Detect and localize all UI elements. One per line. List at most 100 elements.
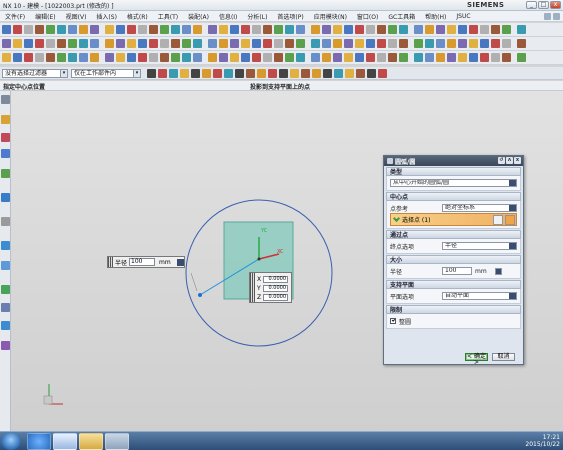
system-materials-icon[interactable] — [1, 261, 10, 270]
menu-information[interactable]: 信息(I) — [214, 12, 242, 21]
constraint-navigator-icon[interactable] — [1, 133, 10, 142]
toolbar-tool-icon[interactable] — [469, 25, 478, 34]
menu-gc-toolkit[interactable]: GC工具箱 — [383, 12, 420, 21]
toolbar-tool-icon[interactable] — [193, 39, 202, 48]
toolbar-tool-icon[interactable] — [333, 39, 342, 48]
toolbar-tool-icon[interactable] — [491, 39, 500, 48]
toolbar-tool-icon[interactable] — [344, 25, 353, 34]
toolbar-tool-icon[interactable] — [517, 39, 526, 48]
inferred-point-icon[interactable] — [505, 215, 515, 225]
toolbar-tool-icon[interactable] — [35, 53, 44, 62]
toolbar-tool-icon[interactable] — [230, 53, 239, 62]
toolbar-tool-icon[interactable] — [105, 25, 114, 34]
toolbar-tool-icon[interactable] — [219, 39, 228, 48]
toolbar-tool-icon[interactable] — [414, 25, 423, 34]
toolbar-tool-icon[interactable] — [377, 53, 386, 62]
snap-point-icon[interactable] — [290, 68, 299, 78]
select-point-row[interactable]: 选择点 (1) — [390, 213, 517, 226]
toolbar-tool-icon[interactable] — [219, 25, 228, 34]
folder-icon[interactable] — [79, 433, 103, 450]
toolbar-tool-icon[interactable] — [24, 53, 33, 62]
toolbar-tool-icon[interactable] — [57, 39, 66, 48]
type-select[interactable]: 从中心开始的圆弧/圆 — [390, 179, 517, 187]
toolbar-tool-icon[interactable] — [502, 39, 511, 48]
toolbar-tool-icon[interactable] — [425, 53, 434, 62]
toolbar-tool-icon[interactable] — [517, 53, 526, 62]
toolbar-tool-icon[interactable] — [68, 53, 77, 62]
limits-section-header[interactable]: 限制 — [386, 305, 521, 314]
toolbar-tool-icon[interactable] — [469, 39, 478, 48]
toolbar-tool-icon[interactable] — [285, 39, 294, 48]
drag-handle[interactable] — [108, 257, 113, 267]
snap-point-icon[interactable] — [246, 68, 255, 78]
hd3d-icon[interactable] — [1, 193, 10, 202]
toolbar-tool-icon[interactable] — [355, 53, 364, 62]
toolbar-tool-icon[interactable] — [480, 53, 489, 62]
toolbar-tool-icon[interactable] — [252, 39, 261, 48]
toolbar-tool-icon[interactable] — [491, 25, 500, 34]
center-section-header[interactable]: 中心点 — [386, 192, 521, 201]
toolbar-tool-icon[interactable] — [425, 39, 434, 48]
toolbar-tool-icon[interactable] — [2, 39, 11, 48]
gear-icon[interactable] — [1, 95, 10, 104]
dialog-title-bar[interactable]: 圆弧/圆 ↺ ʌ x — [384, 156, 523, 166]
history-icon[interactable] — [1, 241, 10, 250]
toolbar-tool-icon[interactable] — [252, 25, 261, 34]
toolbar-tool-icon[interactable] — [138, 53, 147, 62]
toolbar-tool-icon[interactable] — [241, 53, 250, 62]
toolbar-tool-icon[interactable] — [333, 25, 342, 34]
menu-view[interactable]: 视图(V) — [61, 12, 92, 21]
toolbar-tool-icon[interactable] — [252, 53, 261, 62]
menu-file[interactable]: 文件(F) — [0, 12, 30, 21]
toolbar-tool-icon[interactable] — [35, 39, 44, 48]
maximize-button[interactable]: □ — [538, 1, 549, 9]
close-dialog-button[interactable]: x — [514, 157, 521, 164]
toolbar-tool-icon[interactable] — [46, 39, 55, 48]
toolbar-tool-icon[interactable] — [127, 53, 136, 62]
type-filter-select[interactable]: 没有选择过滤器 ▾ — [2, 68, 68, 78]
toolbar-tool-icon[interactable] — [388, 53, 397, 62]
app-icon-s[interactable] — [27, 433, 51, 450]
menu-insert[interactable]: 插入(S) — [91, 12, 122, 21]
system-tray[interactable]: 17:21 2015/10/22 — [525, 434, 560, 448]
full-circle-checkbox[interactable] — [390, 318, 396, 324]
system-scene-icon[interactable] — [1, 341, 10, 350]
menu-edit[interactable]: 编辑(E) — [30, 12, 60, 21]
toolbar-tool-icon[interactable] — [377, 25, 386, 34]
plane-section-header[interactable]: 支持平面 — [386, 280, 521, 289]
toolbar-tool-icon[interactable] — [502, 25, 511, 34]
toolbar-tool-icon[interactable] — [285, 25, 294, 34]
toolbar-tool-icon[interactable] — [285, 53, 294, 62]
snap-point-icon[interactable] — [191, 68, 200, 78]
toolbar-tool-icon[interactable] — [90, 25, 99, 34]
scope-select[interactable]: 仅在工作部件内 ▾ — [71, 68, 141, 78]
toolbar-tool-icon[interactable] — [344, 39, 353, 48]
toolbar-tool-icon[interactable] — [79, 25, 88, 34]
toolbar-tool-icon[interactable] — [517, 25, 526, 34]
toolbar-tool-icon[interactable] — [458, 25, 467, 34]
toolbar-tool-icon[interactable] — [79, 39, 88, 48]
cancel-button[interactable]: 取消 — [492, 353, 515, 361]
toolbar-tool-icon[interactable] — [458, 39, 467, 48]
toolbar-tool-icon[interactable] — [241, 39, 250, 48]
toolbar-tool-icon[interactable] — [160, 39, 169, 48]
toolbar-tool-icon[interactable] — [447, 39, 456, 48]
process-studio-icon[interactable] — [1, 285, 10, 294]
toolbar-tool-icon[interactable] — [2, 53, 11, 62]
size-section-header[interactable]: 大小 — [386, 255, 521, 264]
toolbar-tool-icon[interactable] — [414, 39, 423, 48]
point-dialog-icon[interactable] — [493, 215, 503, 225]
snap-point-icon[interactable] — [169, 68, 178, 78]
toolbar-tool-icon[interactable] — [414, 53, 423, 62]
toolbar-tool-icon[interactable] — [138, 39, 147, 48]
menu-window[interactable]: 窗口(O) — [352, 12, 383, 21]
toolbar-tool-icon[interactable] — [480, 25, 489, 34]
toolbar-tool-icon[interactable] — [263, 53, 272, 62]
assembly-navigator-icon[interactable] — [1, 115, 10, 124]
snap-point-icon[interactable] — [202, 68, 211, 78]
toolbar-tool-icon[interactable] — [436, 53, 445, 62]
toolbar-tool-icon[interactable] — [171, 53, 180, 62]
toolbar-tool-icon[interactable] — [57, 53, 66, 62]
snap-point-icon[interactable] — [378, 68, 387, 78]
toolbar-tool-icon[interactable] — [219, 53, 228, 62]
